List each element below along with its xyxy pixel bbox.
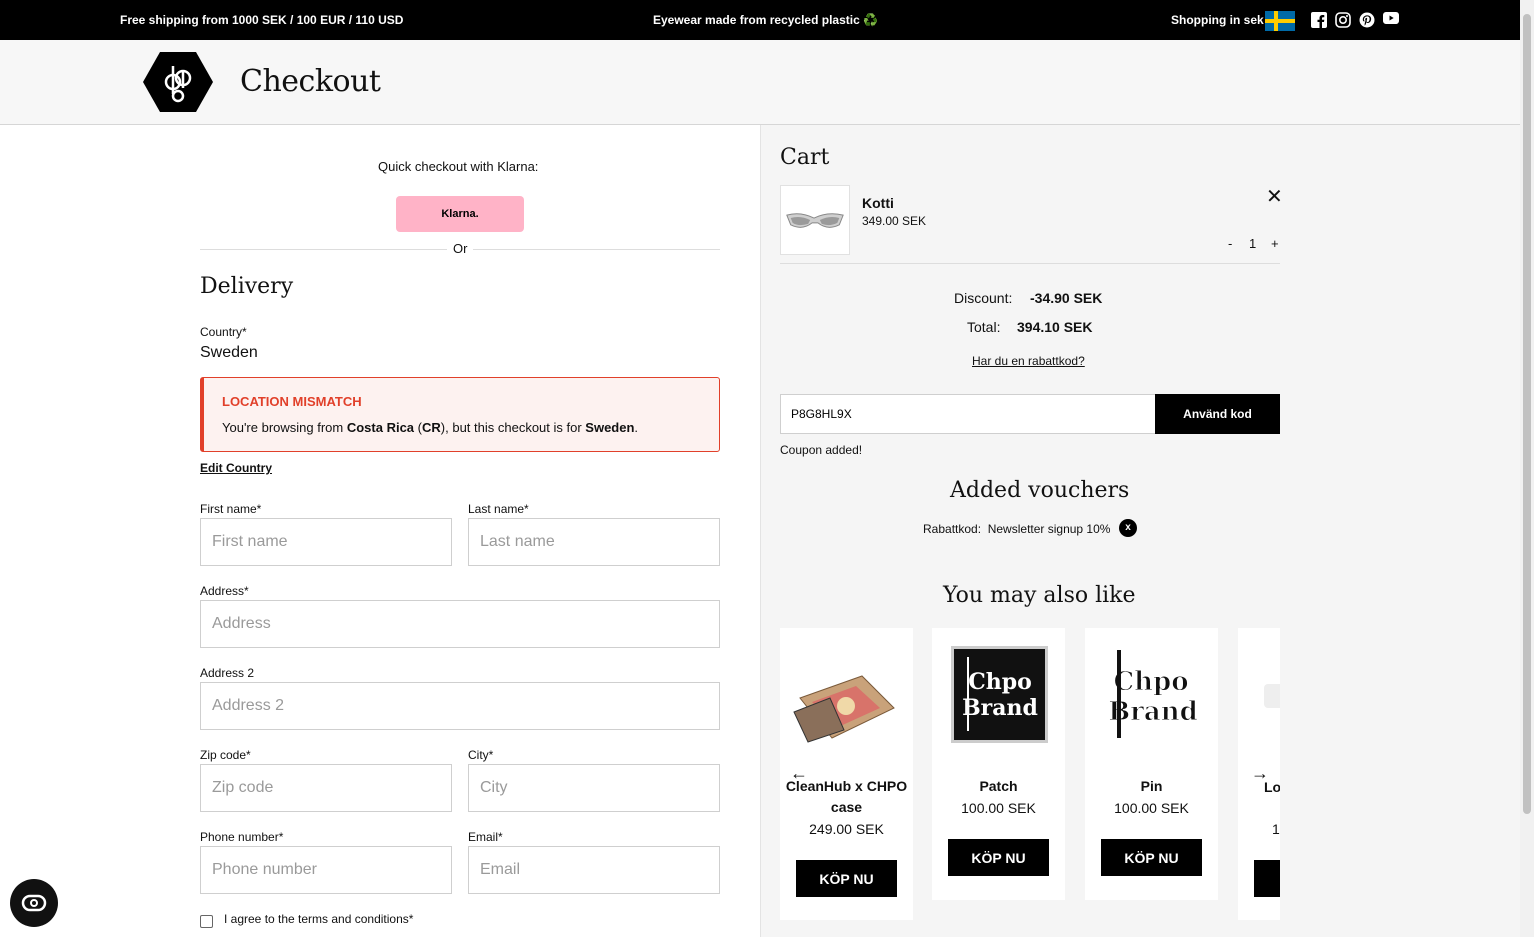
- total-value: 394.10 SEK: [1017, 319, 1093, 335]
- city-input[interactable]: [468, 764, 720, 812]
- product-name: Pin: [1140, 778, 1163, 794]
- voucher-row: Rabattkod: Newsletter signup 10%: [923, 522, 1110, 536]
- coupon-status: Coupon added!: [780, 443, 863, 457]
- buy-now-button[interactable]: KÖP NU: [948, 839, 1049, 876]
- location-mismatch-alert: LOCATION MISMATCH You're browsing from C…: [200, 377, 720, 452]
- svg-text:Brand: Brand: [962, 695, 1038, 721]
- zip-label: Zip code*: [200, 748, 251, 762]
- product-thumbnail[interactable]: [780, 185, 850, 255]
- cart-item-name: Kotti: [862, 195, 894, 211]
- cart-heading: Cart: [780, 145, 830, 170]
- page-scrollbar[interactable]: [1520, 0, 1534, 937]
- total-label: Total:: [967, 319, 1001, 335]
- terms-label: I agree to the terms and conditions*: [224, 912, 414, 926]
- qty-value: 1: [1249, 236, 1257, 251]
- remove-voucher-button[interactable]: x: [1119, 519, 1137, 537]
- svg-text:Chpo: Chpo: [968, 669, 1032, 695]
- alert-title: LOCATION MISMATCH: [222, 394, 362, 409]
- address-label: Address*: [200, 584, 249, 598]
- address-input[interactable]: [200, 600, 720, 648]
- cart-divider: [780, 263, 1280, 264]
- apply-coupon-button[interactable]: Använd kod: [1155, 394, 1280, 434]
- svg-text:Brand: Brand: [1108, 697, 1198, 727]
- country-label: Country*: [200, 325, 247, 339]
- alert-message: You're browsing from Costa Rica (CR), bu…: [222, 420, 639, 435]
- facebook-icon[interactable]: [1311, 12, 1327, 28]
- eyewear-notice: Eyewear made from recycled plastic ♻️: [653, 13, 879, 27]
- phone-label: Phone number*: [200, 830, 284, 844]
- email-input[interactable]: [468, 846, 720, 894]
- product-card[interactable]: Chpo Brand Pin 100.00 SEK KÖP NU: [1085, 628, 1218, 900]
- product-image-case: [793, 675, 895, 743]
- qty-increase-button[interactable]: +: [1271, 236, 1279, 251]
- buy-now-button[interactable]: [1254, 860, 1280, 897]
- voucher-name: Newsletter signup 10%: [987, 522, 1111, 536]
- svg-text:Chpo: Chpo: [1113, 667, 1188, 697]
- klarna-quick-label: Quick checkout with Klarna:: [378, 159, 539, 174]
- product-image-pin: Chpo Brand: [1108, 650, 1198, 738]
- product-name: Patch: [979, 778, 1018, 794]
- phone-input[interactable]: [200, 846, 452, 894]
- discount-label: Discount:: [954, 290, 1013, 306]
- page-title: Checkout: [240, 64, 381, 99]
- recommendations-heading: You may also like: [943, 583, 1136, 608]
- sweden-flag-icon[interactable]: [1265, 11, 1295, 31]
- buy-now-button[interactable]: KÖP NU: [796, 860, 897, 897]
- product-price: 1(: [1272, 821, 1280, 837]
- vouchers-heading: Added vouchers: [950, 478, 1130, 503]
- chpo-logo[interactable]: [143, 52, 213, 112]
- first-name-label: First name*: [200, 502, 262, 516]
- zip-input[interactable]: [200, 764, 452, 812]
- shipping-notice: Free shipping from 1000 SEK / 100 EUR / …: [120, 13, 404, 27]
- qty-decrease-button[interactable]: -: [1228, 236, 1232, 251]
- voucher-label: Rabattkod:: [923, 522, 982, 536]
- delivery-heading: Delivery: [200, 274, 294, 299]
- discount-code-link[interactable]: Har du en rabattkod?: [972, 354, 1085, 368]
- remove-item-icon[interactable]: ✕: [1266, 187, 1283, 207]
- city-label: City*: [468, 748, 494, 762]
- product-image-patch: Chpo Brand: [951, 646, 1048, 743]
- address2-label: Address 2: [200, 666, 255, 680]
- last-name-input[interactable]: [468, 518, 720, 566]
- product-price: 249.00 SEK: [809, 821, 884, 837]
- coupon-input[interactable]: [780, 394, 1156, 434]
- page-header: Checkout: [0, 40, 1520, 125]
- klarna-button[interactable]: Klarna.: [396, 196, 524, 232]
- product-price: 100.00 SEK: [961, 800, 1036, 816]
- or-divider-text: Or: [447, 241, 474, 256]
- product-price: 100.00 SEK: [1114, 800, 1189, 816]
- country-value: Sweden: [200, 344, 258, 361]
- product-card[interactable]: Chpo Brand Patch 100.00 SEK KÖP NU: [932, 628, 1065, 900]
- chat-icon: [21, 894, 47, 912]
- sunglasses-icon: [786, 213, 844, 228]
- carousel-next-arrow[interactable]: →: [1251, 763, 1269, 784]
- pinterest-icon[interactable]: [1359, 12, 1375, 28]
- email-label: Email*: [468, 830, 503, 844]
- announcement-bar: Free shipping from 1000 SEK / 100 EUR / …: [0, 0, 1520, 40]
- currency-label[interactable]: Shopping in sek: [1171, 13, 1264, 27]
- first-name-input[interactable]: [200, 518, 452, 566]
- address2-input[interactable]: [200, 682, 720, 730]
- carousel-prev-arrow[interactable]: ←: [790, 763, 808, 784]
- instagram-icon[interactable]: [1335, 12, 1351, 28]
- last-name-label: Last name*: [468, 502, 529, 516]
- discount-value: -34.90 SEK: [1030, 290, 1103, 306]
- chat-launcher-button[interactable]: [10, 879, 58, 927]
- buy-now-button[interactable]: KÖP NU: [1101, 839, 1202, 876]
- cart-item-price: 349.00 SEK: [862, 214, 927, 228]
- terms-checkbox[interactable]: [200, 915, 213, 928]
- youtube-icon[interactable]: [1383, 10, 1399, 26]
- edit-country-link[interactable]: Edit Country: [200, 461, 272, 475]
